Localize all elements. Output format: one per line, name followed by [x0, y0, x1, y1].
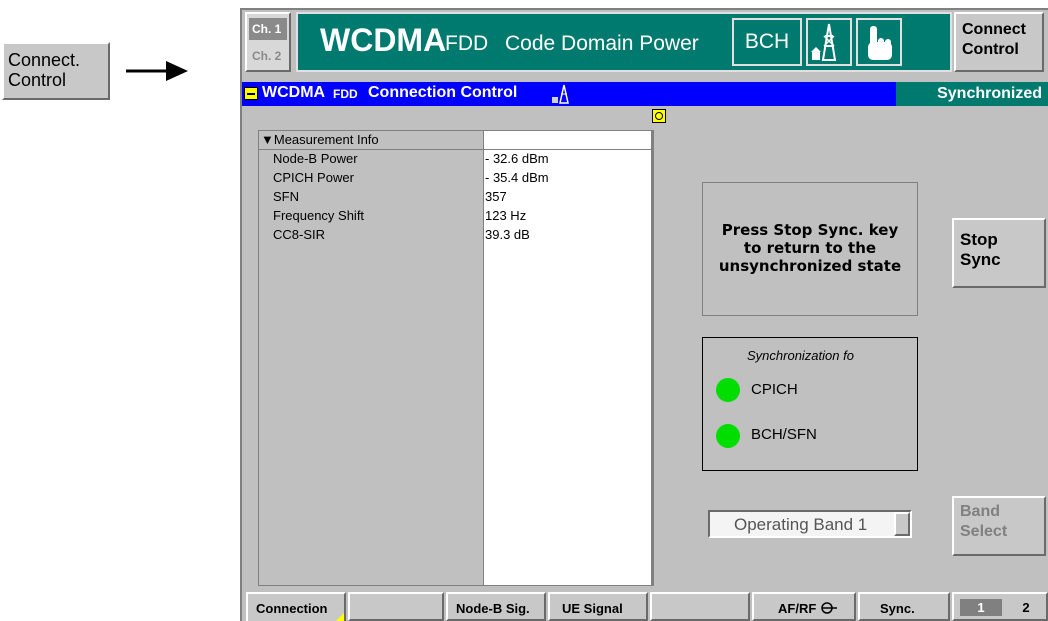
- tab-node-b-signal[interactable]: Node-B Sig.: [446, 592, 546, 621]
- measurement-info-panel: ▼Measurement Info Node-B Power - 32.6 dB…: [258, 130, 654, 586]
- window-title-wcdma: WCDMA: [262, 84, 326, 101]
- page-selector[interactable]: 1 2: [952, 592, 1048, 621]
- softkey-line1: Connect.: [8, 50, 81, 70]
- title-wcdma: WCDMA: [320, 22, 447, 58]
- connect-control-button[interactable]: Connect Control: [954, 12, 1044, 72]
- stop-sync-line1: Stop: [960, 230, 998, 249]
- channel-1-tab[interactable]: Ch. 1: [249, 18, 287, 40]
- hand-touch-icon[interactable]: [856, 18, 902, 66]
- title-fdd: FDD: [445, 32, 489, 55]
- row-value: - 32.6 dBm: [485, 151, 549, 166]
- measurement-info-header[interactable]: ▼Measurement Info: [261, 132, 379, 149]
- tower-small-icon: [552, 84, 569, 104]
- row-label: SFN: [273, 189, 299, 204]
- row-value: 123 Hz: [485, 208, 527, 223]
- collapse-triangle-icon: ▼: [261, 132, 274, 147]
- measurement-info-title: Measurement Info: [273, 132, 379, 147]
- title-measurement: Code Domain Power: [505, 32, 699, 55]
- cpich-led-icon: [716, 378, 740, 402]
- header-title-bar: WCDMA FDD Code Domain Power BCH: [296, 12, 952, 72]
- zoom-toggle-icon[interactable]: [652, 109, 666, 123]
- message-line1: Press Stop Sync. key: [721, 221, 899, 239]
- tower-icon[interactable]: [806, 18, 852, 66]
- channel-2-tab[interactable]: Ch. 2: [249, 46, 287, 66]
- message-line3: unsynchronized state: [718, 257, 902, 275]
- window-title-text: Connection Control: [368, 84, 518, 101]
- connector-icon: [821, 602, 837, 614]
- band-select-line2: Select: [960, 523, 1008, 540]
- row-value: - 35.4 dBm: [485, 170, 549, 185]
- cpich-label: CPICH: [751, 381, 798, 398]
- tab-af-rf-label: AF/RF: [778, 601, 817, 616]
- channel-selector[interactable]: Ch. 1 Ch. 2: [245, 12, 291, 72]
- row-label: CPICH Power: [273, 170, 354, 185]
- band-select-line1: Band: [960, 503, 1000, 520]
- tab-af-rf[interactable]: AF/RF: [752, 592, 856, 621]
- sync-status-badge: Synchronized: [896, 82, 1048, 106]
- stop-sync-line2: Sync: [960, 250, 1001, 269]
- bottom-tab-bar: Connection Node-B Sig. UE Signal AF/RF S…: [242, 590, 1048, 621]
- instruction-message-box: Press Stop Sync. key to return to the un…: [702, 182, 918, 316]
- tab-empty-1[interactable]: [348, 592, 444, 621]
- operating-band-field[interactable]: Operating Band 1: [708, 510, 912, 538]
- tab-empty-2[interactable]: [650, 592, 750, 621]
- synchronization-info-box: Synchronization fo CPICH BCH/SFN: [702, 337, 918, 471]
- row-value: 357: [485, 189, 507, 204]
- window-title-bar: WCDMA FDD Connection Control Synchronize…: [242, 82, 1048, 106]
- table-scrollbar[interactable]: [651, 131, 653, 585]
- tab-connection-label: Connection: [256, 601, 328, 616]
- page-2-indicator[interactable]: 2: [1010, 599, 1042, 616]
- tab-connection[interactable]: Connection: [246, 592, 346, 621]
- window-menu-icon[interactable]: [244, 87, 258, 100]
- tab-ue-signal[interactable]: UE Signal: [548, 592, 648, 621]
- row-label: Node-B Power: [273, 151, 358, 166]
- connect-control-softkey-outside[interactable]: Connect. Control: [2, 42, 110, 100]
- row-value: 39.3 dB: [485, 227, 530, 242]
- arrow-right-icon: [126, 61, 188, 81]
- connect-control-line2: Control: [962, 41, 1019, 58]
- window-title-fdd: FDD: [333, 87, 358, 101]
- stop-sync-button[interactable]: Stop Sync: [952, 218, 1046, 288]
- operating-band-spin-button[interactable]: [894, 512, 910, 536]
- sync-info-title: Synchronization fo: [747, 348, 854, 363]
- row-label: CC8-SIR: [273, 227, 326, 242]
- connect-control-line1: Connect: [962, 21, 1026, 38]
- softkey-line2: Control: [8, 70, 67, 90]
- band-select-button[interactable]: Band Select: [952, 496, 1046, 556]
- tab-sync[interactable]: Sync.: [858, 592, 950, 621]
- page-1-indicator[interactable]: 1: [960, 599, 1002, 616]
- row-label: Frequency Shift: [273, 208, 365, 223]
- bch-sfn-label: BCH/SFN: [751, 426, 817, 443]
- message-line2: to return to the: [743, 239, 877, 257]
- bch-button[interactable]: BCH: [732, 18, 802, 66]
- operating-band-value: Operating Band 1: [734, 515, 868, 534]
- tab-corner-icon: [336, 613, 344, 621]
- bch-sfn-led-icon: [716, 424, 740, 448]
